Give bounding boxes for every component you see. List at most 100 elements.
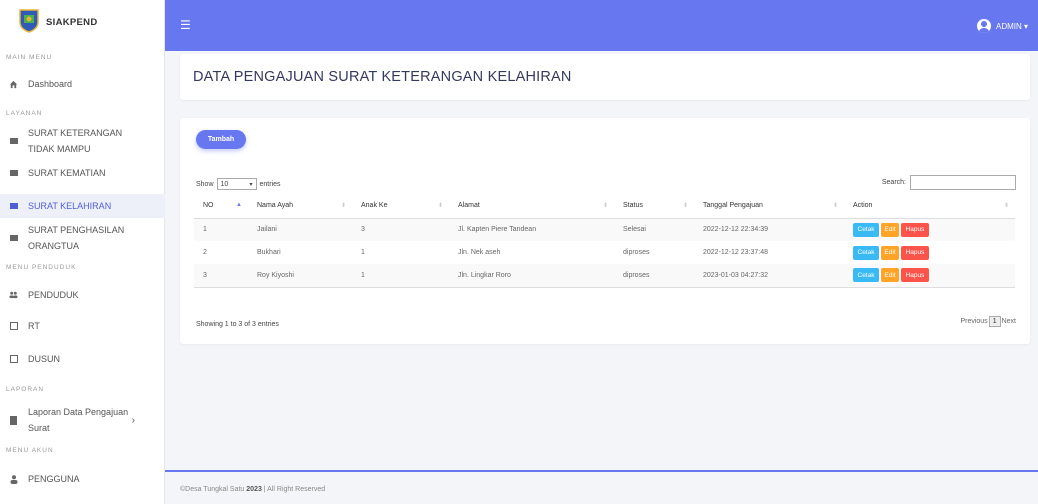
cell-action: Cetak Edit Hapus (844, 218, 1015, 241)
entries-value: 10 (220, 180, 229, 188)
table-header-row: NO ▲ Nama Ayah ⬍ Anak Ke ⬍ Alamat ⬍ Status ⬍ … (194, 194, 1015, 219)
print-button[interactable]: Cetak (853, 222, 879, 237)
sort-icon: ⬍ (1003, 203, 1009, 209)
cell-alamat: Jln. Lingkar Roro (449, 264, 614, 288)
cell-status: Selesai (614, 218, 694, 241)
sidebar-item-label-line2: Surat (28, 423, 50, 433)
sort-icon: ⬍ (832, 203, 838, 209)
table-info: Showing 1 to 3 of 3 entries (196, 321, 279, 328)
column-header-status[interactable]: Status ⬍ (614, 194, 694, 219)
cell-anak-ke: 1 (361, 249, 365, 256)
cell-nama-ayah: Bukhari (257, 249, 281, 256)
page-title: DATA PENGAJUAN SURAT KETERANGAN KELAHIRA… (193, 69, 572, 85)
cell-tanggal: 2023-01-03 04:27:32 (694, 264, 844, 288)
cell-nama-ayah: Jailani (248, 218, 352, 241)
cell-anak-ke: 1 (352, 264, 449, 288)
brand-name: SIAKPEND (46, 16, 98, 28)
edit-button[interactable]: Edit (881, 222, 899, 237)
cell-no: 3 (194, 264, 248, 288)
sidebar-item-surat-tidak-mampu[interactable]: SURAT KETERANGAN TIDAK MAMPU (0, 124, 165, 158)
delete-button[interactable]: Hapus (901, 222, 929, 237)
table-row: 1 Jailani 3 Jl. Kapten Piere Tandean Sel… (194, 218, 1015, 241)
sidebar-item-label: Dashboard (28, 79, 73, 89)
column-header-tanggal[interactable]: Tanggal Pengajuan ⬍ (694, 194, 844, 219)
sidebar-item-dusun[interactable]: DUSUN (0, 350, 165, 368)
chevron-right-icon: › (131, 414, 135, 426)
section-menu-penduduk: MENU PENDUDUK (6, 264, 77, 271)
column-header-alamat[interactable]: Alamat ⬍ (449, 194, 614, 219)
add-button[interactable]: Tambah (196, 130, 246, 149)
cell-tanggal: 2022-12-12 22:34:39 (694, 218, 844, 241)
sidebar-item-label: PENDUDUK (28, 290, 79, 300)
sidebar-item-label: Laporan Data Pengajuan (28, 407, 129, 417)
sidebar-item-penduduk[interactable]: PENDUDUK (0, 286, 165, 304)
sort-icon: ⬍ (682, 203, 688, 209)
square-icon (9, 355, 18, 363)
sidebar-item-rt[interactable]: RT (0, 317, 165, 335)
next-button[interactable]: Next (1002, 318, 1016, 325)
entries-select[interactable]: 10 ▾ (216, 178, 257, 190)
column-header-anak-ke[interactable]: Anak Ke ⬍ (352, 194, 449, 219)
sidebar-item-label: SURAT KELAHIRAN (28, 201, 112, 211)
page-button-current[interactable]: 1 (988, 316, 1001, 327)
print-button[interactable]: Cetak (853, 245, 879, 260)
brand[interactable]: SIAKPEND (0, 0, 164, 44)
section-layanan: LAYANAN (6, 110, 43, 117)
cell-alamat: Jln. Nek aseh (458, 249, 501, 256)
sidebar-item-label: DUSUN (28, 354, 61, 364)
delete-button[interactable]: Hapus (901, 268, 929, 283)
sort-icon: ⬍ (340, 203, 346, 209)
sidebar-item-label-line2: ORANGTUA (28, 241, 80, 251)
book-icon (9, 415, 18, 425)
section-main-menu: MAIN MENU (6, 54, 53, 61)
pagination: Previous 1 Next (960, 316, 1016, 327)
edit-button[interactable]: Edit (881, 268, 899, 283)
column-header-action[interactable]: Action ⬍ (844, 194, 1015, 219)
sort-asc-icon: ▲ (236, 202, 242, 208)
home-icon (9, 80, 18, 89)
user-name: ADMIN ▾ (995, 21, 1028, 31)
users-icon (9, 291, 18, 299)
sidebar-item-surat-penghasilan[interactable]: SURAT PENGHASILAN ORANGTUA (0, 221, 165, 255)
sidebar-item-label: SURAT KEMATIAN (28, 168, 106, 178)
sort-icon: ⬍ (602, 203, 608, 209)
cell-nama-ayah: Roy Kiyoshi (248, 264, 352, 288)
entries-label: entries (259, 180, 281, 188)
delete-button[interactable]: Hapus (901, 245, 929, 260)
sidebar-item-pengguna[interactable]: PENGGUNA (0, 470, 165, 488)
sidebar-item-label-line2: TIDAK MAMPU (28, 144, 91, 154)
previous-button[interactable]: Previous (960, 318, 987, 325)
search-control: Search: (882, 175, 1016, 190)
cell-anak-ke: 3 (352, 218, 449, 241)
print-button[interactable]: Cetak (853, 268, 879, 283)
table-row: 3 Roy Kiyoshi 1 Jln. Lingkar Roro dipros… (194, 264, 1015, 288)
sidebar-item-laporan[interactable]: Laporan Data Pengajuan Surat › (0, 403, 165, 437)
sidebar: SIAKPEND MAIN MENU Dashboard LAYANAN SUR… (0, 0, 165, 504)
footer: ©Desa Tungkal Satu 2023 | All Right Rese… (180, 486, 325, 493)
search-input[interactable] (910, 175, 1016, 190)
envelope-icon (9, 235, 18, 241)
edit-button[interactable]: Edit (881, 245, 899, 260)
section-laporan: LAPORAN (6, 386, 45, 393)
envelope-icon (9, 138, 18, 144)
sidebar-item-surat-kelahiran[interactable]: SURAT KELAHIRAN (0, 194, 165, 218)
chevron-down-icon: ▾ (249, 181, 253, 188)
logo-icon (19, 9, 39, 33)
sidebar-item-surat-kematian[interactable]: SURAT KEMATIAN (0, 164, 165, 182)
hamburger-menu-icon[interactable]: ☰ (180, 18, 191, 32)
sidebar-item-dashboard[interactable]: Dashboard (0, 76, 165, 92)
show-label: Show (196, 180, 214, 188)
page-header: DATA PENGAJUAN SURAT KETERANGAN KELAHIRA… (180, 54, 1030, 100)
cell-tanggal: 2022-12-12 23:37:48 (703, 249, 768, 256)
envelope-icon (9, 170, 18, 176)
envelope-icon (9, 203, 18, 209)
cell-no: 2 (203, 249, 207, 256)
column-header-nama-ayah[interactable]: Nama Ayah ⬍ (248, 194, 352, 219)
footer-divider (165, 470, 1038, 472)
footer-text: ©Desa Tungkal Satu (180, 486, 247, 493)
footer-suffix: | All Right Reserved (261, 486, 326, 493)
column-header-no[interactable]: NO ▲ (194, 194, 248, 219)
section-menu-akun: MENU AKUN (6, 447, 54, 454)
user-menu[interactable]: ADMIN ▾ (976, 19, 1028, 33)
cell-action: Cetak Edit Hapus (844, 264, 1015, 288)
